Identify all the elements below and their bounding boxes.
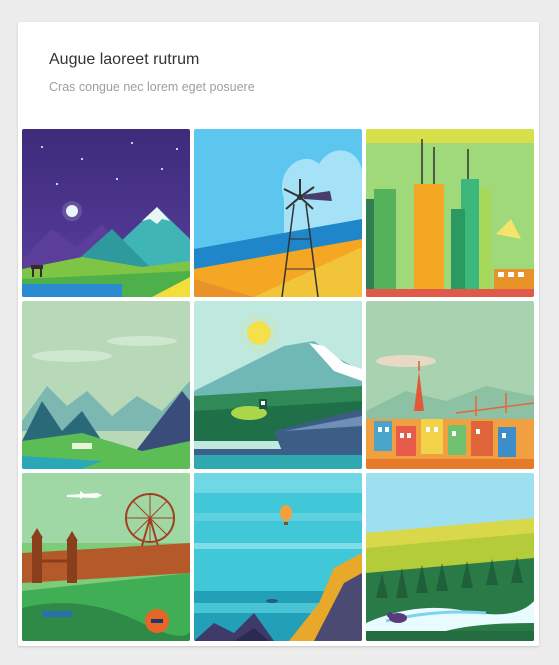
image-tile-night-mountains[interactable] (22, 129, 190, 297)
image-tile-forest-river[interactable] (366, 473, 534, 641)
forest-river-illustration (366, 473, 534, 641)
san-francisco-illustration (366, 301, 534, 469)
image-tile-windmill-fields[interactable] (194, 129, 362, 297)
card-title: Augue laoreet rutrum (49, 51, 200, 68)
ocean-balloon-illustration (194, 473, 362, 641)
city-illustration (366, 129, 534, 297)
night-mountains-illustration (22, 129, 190, 297)
image-tile-sun-lake-city[interactable] (194, 301, 362, 469)
image-grid (22, 129, 535, 642)
image-tile-city-skyscrapers[interactable] (366, 129, 534, 297)
image-tile-london-landmarks[interactable] (22, 473, 190, 641)
windmill-illustration (194, 129, 362, 297)
image-tile-san-francisco[interactable] (366, 301, 534, 469)
card-subtitle: Cras congue nec lorem eget posuere (49, 80, 255, 94)
image-tile-misty-mountains[interactable] (22, 301, 190, 469)
london-illustration (22, 473, 190, 641)
image-tile-ocean-balloon[interactable] (194, 473, 362, 641)
gallery-card: Augue laoreet rutrum Cras congue nec lor… (18, 22, 539, 646)
misty-mountains-illustration (22, 301, 190, 469)
sun-lake-illustration (194, 301, 362, 469)
